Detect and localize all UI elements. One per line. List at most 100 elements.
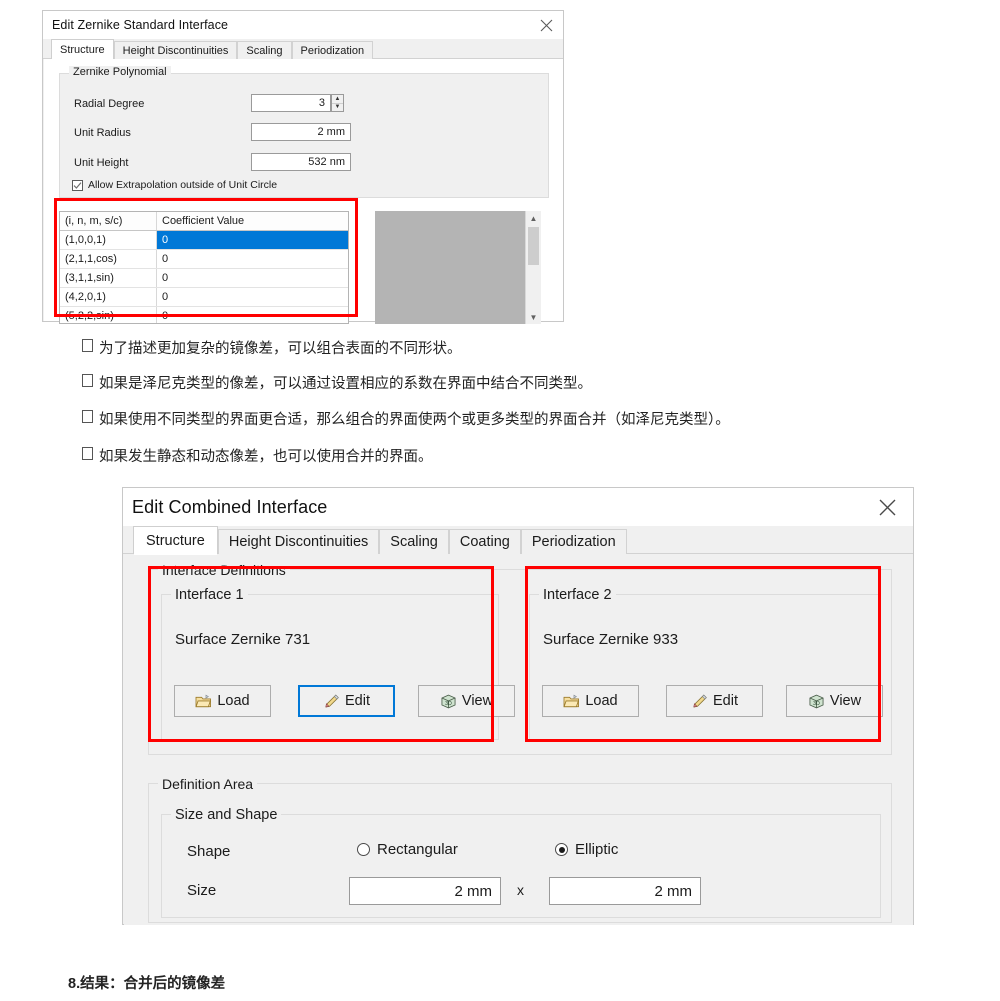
bullet-item: 如果是泽尼克类型的像差，可以通过设置相应的系数在界面中结合不同类型。 (82, 372, 592, 393)
view-button-2[interactable]: 3D View (786, 685, 883, 717)
tab-height-discontinuities[interactable]: Height Discontinuities (217, 529, 380, 554)
tab-structure[interactable]: Structure (51, 39, 114, 60)
preview-area (375, 211, 525, 324)
radio-label: Rectangular (377, 841, 458, 858)
checkbox-label: Allow Extrapolation outside of Unit Circ… (88, 179, 278, 191)
button-label: Edit (713, 692, 738, 709)
coefficients-table[interactable]: (i, n, m, s/c) Coefficient Value (1,0,0,… (59, 211, 349, 324)
radio-label: Elliptic (575, 841, 619, 858)
size-y-input[interactable]: 2 mm (549, 877, 701, 905)
tab-height-discontinuities[interactable]: Height Discontinuities (113, 41, 238, 59)
button-label: View (829, 692, 862, 709)
unit-height-label: Unit Height (74, 157, 129, 169)
tab-label: Coating (459, 534, 510, 550)
dialog2-tabstrip: Structure Height Discontinuities Scaling… (123, 526, 913, 555)
scrollbar-thumb[interactable] (528, 227, 539, 265)
row-key: (5,2,2,sin) (60, 307, 157, 323)
close-icon[interactable] (861, 488, 913, 526)
bullet-item: 如果使用不同类型的界面更合适，那么组合的界面使两个或更多类型的界面合并（如泽尼克… (82, 408, 730, 429)
tab-periodization[interactable]: Periodization (520, 529, 627, 554)
tab-label: Structure (146, 532, 205, 549)
row-key: (3,1,1,sin) (60, 269, 157, 287)
bullet-marker-icon (82, 374, 93, 387)
tab-label: Scaling (246, 44, 283, 57)
unit-height-input[interactable]: 532 nm (251, 153, 351, 171)
table-row[interactable]: (4,2,0,1) 0 (60, 288, 348, 307)
tab-label: Structure (60, 43, 105, 56)
button-label: Load (217, 692, 250, 709)
tab-coating[interactable]: Coating (448, 529, 521, 554)
open-folder-icon (195, 694, 212, 707)
edit-button-1[interactable]: Edit (298, 685, 395, 717)
bullet-text: 为了描述更加复杂的镜像差，可以组合表面的不同形状。 (99, 341, 462, 357)
stepper-down-icon[interactable]: ▼ (332, 104, 343, 112)
definition-area-group: Definition Area Size and Shape Shape Rec… (148, 776, 892, 923)
dialog1-titlebar: Edit Zernike Standard Interface (43, 11, 563, 39)
interface-2-group: Interface 2 Surface Zernike 933 Load Edi… (529, 587, 883, 740)
button-label: Edit (345, 692, 370, 709)
dialog2-title: Edit Combined Interface (132, 496, 328, 517)
size-x-input[interactable]: 2 mm (349, 877, 501, 905)
footer-heading: 8.结果：合并后的镜像差 (68, 976, 226, 992)
interface-definitions-group: Interface Definitions Interface 1 Surfac… (148, 562, 892, 755)
bullet-marker-icon (82, 447, 93, 460)
unit-radius-input[interactable]: 2 mm (251, 123, 351, 141)
stepper-up-icon[interactable]: ▲ (332, 95, 343, 104)
radio-circle-icon[interactable] (555, 843, 568, 856)
size-and-shape-legend: Size and Shape (171, 807, 282, 823)
shape-label: Shape (187, 843, 231, 860)
svg-text:3D: 3D (813, 700, 820, 706)
chevron-down-icon[interactable]: ▼ (530, 310, 538, 324)
radial-degree-label: Radial Degree (74, 98, 145, 110)
bullet-item: 如果发生静态和动态像差，也可以使用合并的界面。 (82, 445, 433, 466)
allow-extrapolation-checkbox[interactable]: Allow Extrapolation outside of Unit Circ… (72, 179, 277, 191)
chevron-up-icon[interactable]: ▲ (530, 211, 538, 225)
radial-degree-stepper[interactable]: ▲ ▼ (331, 94, 344, 112)
row-key: (4,2,0,1) (60, 288, 157, 306)
tab-scaling[interactable]: Scaling (237, 41, 292, 59)
dialog1-tabstrip: Structure Height Discontinuities Scaling… (43, 39, 563, 60)
checkbox-box[interactable] (72, 179, 83, 191)
row-value[interactable]: 0 (157, 288, 348, 306)
row-value[interactable]: 0 (157, 250, 348, 268)
size-separator: x (517, 882, 524, 898)
radio-selected-dot (558, 846, 565, 853)
table-row[interactable]: (2,1,1,cos) 0 (60, 250, 348, 269)
interface-1-legend: Interface 1 (171, 587, 248, 603)
button-label: Load (585, 692, 618, 709)
interface-1-group: Interface 1 Surface Zernike 731 Load Edi… (161, 587, 515, 740)
table-row[interactable]: (1,0,0,1) 0 (60, 231, 348, 250)
cube-3d-icon: 3D (441, 694, 456, 708)
tab-label: Scaling (390, 534, 438, 550)
radial-degree-input[interactable]: 3 (251, 94, 331, 112)
group-legend: Interface Definitions (158, 562, 290, 578)
pencil-icon (693, 694, 707, 707)
radio-rectangular[interactable]: Rectangular (357, 841, 458, 858)
size-and-shape-group: Size and Shape Shape Rectangular Ellipti… (161, 807, 881, 918)
svg-text:3D: 3D (445, 700, 452, 706)
tab-periodization[interactable]: Periodization (291, 41, 374, 59)
table-row[interactable]: (5,2,2,sin) 0 (60, 307, 348, 323)
radio-elliptic[interactable]: Elliptic (555, 841, 618, 858)
preview-scrollbar[interactable]: ▲ ▼ (525, 211, 541, 324)
bullet-marker-icon (82, 410, 93, 423)
bullet-text: 如果是泽尼克类型的像差，可以通过设置相应的系数在界面中结合不同类型。 (99, 376, 592, 392)
tab-scaling[interactable]: Scaling (379, 529, 449, 554)
row-value[interactable]: 0 (157, 307, 348, 323)
close-icon[interactable] (529, 11, 563, 39)
tab-structure[interactable]: Structure (133, 526, 218, 555)
edit-button-2[interactable]: Edit (666, 685, 763, 717)
table-header-row: (i, n, m, s/c) Coefficient Value (60, 212, 348, 231)
tab-label: Height Discontinuities (228, 534, 369, 550)
tab-label: Periodization (531, 534, 616, 550)
row-value[interactable]: 0 (157, 231, 348, 249)
load-button-2[interactable]: Load (542, 685, 639, 717)
row-value[interactable]: 0 (157, 269, 348, 287)
table-header-key: (i, n, m, s/c) (60, 212, 157, 230)
load-button-1[interactable]: Load (174, 685, 271, 717)
group-legend: Definition Area (158, 776, 258, 792)
table-row[interactable]: (3,1,1,sin) 0 (60, 269, 348, 288)
view-button-1[interactable]: 3D View (418, 685, 515, 717)
row-key: (2,1,1,cos) (60, 250, 157, 268)
radio-circle-icon[interactable] (357, 843, 370, 856)
